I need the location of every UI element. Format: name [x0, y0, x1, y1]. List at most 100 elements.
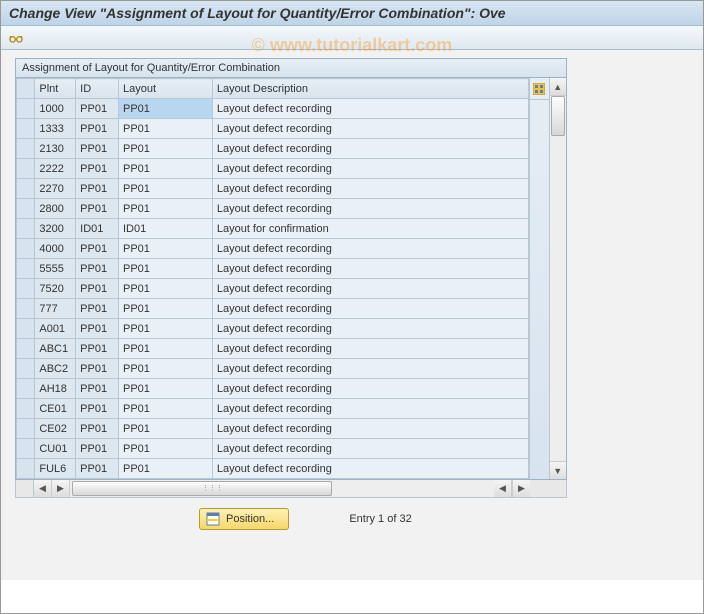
- vertical-scrollbar[interactable]: ▲ ▼: [549, 78, 566, 479]
- table-row[interactable]: 2130PP01PP01Layout defect recording: [17, 139, 529, 159]
- table-row[interactable]: 3200ID01ID01Layout for confirmation: [17, 219, 529, 239]
- cell-id[interactable]: PP01: [76, 439, 119, 459]
- cell-id[interactable]: PP01: [76, 319, 119, 339]
- cell-id[interactable]: PP01: [76, 459, 119, 479]
- cell-layout[interactable]: PP01: [119, 179, 213, 199]
- table-row[interactable]: CE01PP01PP01Layout defect recording: [17, 399, 529, 419]
- table-row[interactable]: 4000PP01PP01Layout defect recording: [17, 239, 529, 259]
- cell-plnt[interactable]: CE02: [35, 419, 76, 439]
- row-selector[interactable]: [17, 379, 35, 399]
- cell-plnt[interactable]: CU01: [35, 439, 76, 459]
- row-selector[interactable]: [17, 259, 35, 279]
- table-row[interactable]: FUL6PP01PP01Layout defect recording: [17, 459, 529, 479]
- vscroll-thumb[interactable]: [551, 96, 565, 136]
- cell-plnt[interactable]: 2800: [35, 199, 76, 219]
- cell-plnt[interactable]: AH18: [35, 379, 76, 399]
- cell-desc[interactable]: Layout defect recording: [212, 419, 528, 439]
- scroll-left-freeze-icon[interactable]: ◀: [34, 480, 52, 497]
- cell-id[interactable]: PP01: [76, 419, 119, 439]
- position-button[interactable]: Position...: [199, 508, 289, 530]
- assignment-table[interactable]: Plnt ID Layout Layout Description 1000PP…: [16, 78, 529, 479]
- cell-layout[interactable]: PP01: [119, 339, 213, 359]
- table-row[interactable]: AH18PP01PP01Layout defect recording: [17, 379, 529, 399]
- table-row[interactable]: CU01PP01PP01Layout defect recording: [17, 439, 529, 459]
- cell-plnt[interactable]: 3200: [35, 219, 76, 239]
- cell-layout[interactable]: PP01: [119, 199, 213, 219]
- cell-id[interactable]: PP01: [76, 379, 119, 399]
- cell-desc[interactable]: Layout defect recording: [212, 179, 528, 199]
- cell-id[interactable]: PP01: [76, 159, 119, 179]
- cell-plnt[interactable]: 2222: [35, 159, 76, 179]
- cell-layout[interactable]: PP01: [119, 319, 213, 339]
- scroll-left-icon[interactable]: ◀: [494, 480, 512, 497]
- table-row[interactable]: ABC1PP01PP01Layout defect recording: [17, 339, 529, 359]
- table-row[interactable]: 1000PP01PP01Layout defect recording: [17, 99, 529, 119]
- scroll-up-icon[interactable]: ▲: [550, 78, 566, 96]
- row-selector[interactable]: [17, 219, 35, 239]
- cell-plnt[interactable]: 1333: [35, 119, 76, 139]
- cell-id[interactable]: PP01: [76, 339, 119, 359]
- cell-desc[interactable]: Layout defect recording: [212, 159, 528, 179]
- cell-layout[interactable]: ID01: [119, 219, 213, 239]
- row-selector[interactable]: [17, 339, 35, 359]
- row-selector[interactable]: [17, 279, 35, 299]
- cell-id[interactable]: PP01: [76, 99, 119, 119]
- cell-desc[interactable]: Layout defect recording: [212, 339, 528, 359]
- row-selector[interactable]: [17, 239, 35, 259]
- cell-desc[interactable]: Layout defect recording: [212, 239, 528, 259]
- col-desc[interactable]: Layout Description: [212, 79, 528, 99]
- table-row[interactable]: 7520PP01PP01Layout defect recording: [17, 279, 529, 299]
- cell-plnt[interactable]: CE01: [35, 399, 76, 419]
- cell-desc[interactable]: Layout defect recording: [212, 459, 528, 479]
- row-selector[interactable]: [17, 139, 35, 159]
- row-selector[interactable]: [17, 459, 35, 479]
- cell-id[interactable]: PP01: [76, 119, 119, 139]
- cell-plnt[interactable]: 7520: [35, 279, 76, 299]
- cell-layout[interactable]: PP01: [119, 399, 213, 419]
- row-selector[interactable]: [17, 319, 35, 339]
- hscroll-track[interactable]: ⋮⋮⋮: [70, 480, 494, 497]
- row-selector[interactable]: [17, 199, 35, 219]
- cell-layout[interactable]: PP01: [119, 99, 213, 119]
- row-selector[interactable]: [17, 419, 35, 439]
- cell-plnt[interactable]: 2130: [35, 139, 76, 159]
- row-selector[interactable]: [17, 159, 35, 179]
- col-plnt[interactable]: Plnt: [35, 79, 76, 99]
- cell-desc[interactable]: Layout for confirmation: [212, 219, 528, 239]
- cell-desc[interactable]: Layout defect recording: [212, 299, 528, 319]
- cell-id[interactable]: PP01: [76, 179, 119, 199]
- cell-layout[interactable]: PP01: [119, 119, 213, 139]
- cell-id[interactable]: PP01: [76, 399, 119, 419]
- col-selector[interactable]: [17, 79, 35, 99]
- table-row[interactable]: ABC2PP01PP01Layout defect recording: [17, 359, 529, 379]
- vscroll-track[interactable]: [550, 96, 566, 461]
- cell-desc[interactable]: Layout defect recording: [212, 199, 528, 219]
- row-selector[interactable]: [17, 99, 35, 119]
- cell-id[interactable]: PP01: [76, 279, 119, 299]
- tool-glasses-icon[interactable]: [7, 29, 25, 47]
- table-row[interactable]: 2270PP01PP01Layout defect recording: [17, 179, 529, 199]
- cell-desc[interactable]: Layout defect recording: [212, 119, 528, 139]
- table-row[interactable]: 777PP01PP01Layout defect recording: [17, 299, 529, 319]
- cell-desc[interactable]: Layout defect recording: [212, 259, 528, 279]
- cell-desc[interactable]: Layout defect recording: [212, 359, 528, 379]
- cell-id[interactable]: PP01: [76, 139, 119, 159]
- table-row[interactable]: A001PP01PP01Layout defect recording: [17, 319, 529, 339]
- cell-desc[interactable]: Layout defect recording: [212, 99, 528, 119]
- row-selector[interactable]: [17, 399, 35, 419]
- cell-layout[interactable]: PP01: [119, 419, 213, 439]
- cell-id[interactable]: PP01: [76, 299, 119, 319]
- table-row[interactable]: CE02PP01PP01Layout defect recording: [17, 419, 529, 439]
- scroll-down-icon[interactable]: ▼: [550, 461, 566, 479]
- cell-layout[interactable]: PP01: [119, 139, 213, 159]
- cell-id[interactable]: PP01: [76, 359, 119, 379]
- cell-layout[interactable]: PP01: [119, 159, 213, 179]
- table-row[interactable]: 2222PP01PP01Layout defect recording: [17, 159, 529, 179]
- cell-plnt[interactable]: ABC1: [35, 339, 76, 359]
- cell-layout[interactable]: PP01: [119, 259, 213, 279]
- hscroll-thumb[interactable]: ⋮⋮⋮: [72, 481, 332, 496]
- scroll-right-freeze-icon[interactable]: ▶: [52, 480, 70, 497]
- cell-layout[interactable]: PP01: [119, 279, 213, 299]
- cell-id[interactable]: ID01: [76, 219, 119, 239]
- cell-plnt[interactable]: ABC2: [35, 359, 76, 379]
